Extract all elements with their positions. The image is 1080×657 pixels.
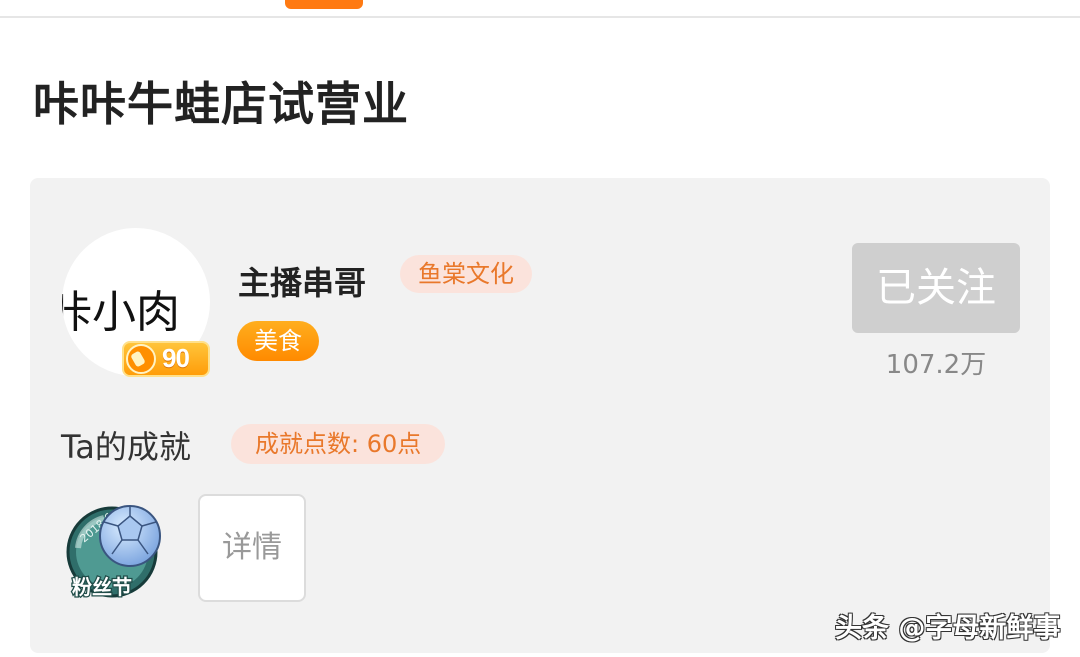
organization-tag[interactable]: 鱼棠文化: [400, 255, 532, 293]
category-tag[interactable]: 美食: [237, 321, 319, 361]
active-tab-indicator: [285, 0, 363, 9]
top-tab-bar: [0, 0, 1080, 18]
microphone-icon: [126, 344, 156, 374]
level-number: 90: [162, 343, 190, 373]
live-room-page: 咔咔牛蛙店试营业 咔小肉 90 主播串哥 鱼棠文化 美食 已关注 107.2万 …: [0, 0, 1080, 657]
follow-button[interactable]: 已关注: [852, 243, 1020, 333]
anchor-card: 咔小肉 90 主播串哥 鱼棠文化 美食 已关注 107.2万 Ta的成就 成就点…: [30, 178, 1050, 653]
anchor-name[interactable]: 主播串哥: [238, 258, 366, 304]
page-title: 咔咔牛蛙店试营业: [33, 77, 409, 131]
watermark: 头条 @字母新鲜事: [835, 613, 1061, 644]
level-badge: 90: [122, 341, 210, 377]
follower-count: 107.2万: [885, 350, 987, 380]
fan-festival-medal-icon[interactable]: 2018.6 粉丝节: [64, 496, 166, 602]
avatar-text: 咔小肉: [62, 287, 180, 338]
achievements-label: Ta的成就: [61, 428, 191, 466]
achievement-points-tag: 成就点数: 60点: [231, 424, 446, 464]
details-button[interactable]: 详情: [198, 494, 306, 602]
medal-label: 粉丝节: [72, 575, 132, 599]
